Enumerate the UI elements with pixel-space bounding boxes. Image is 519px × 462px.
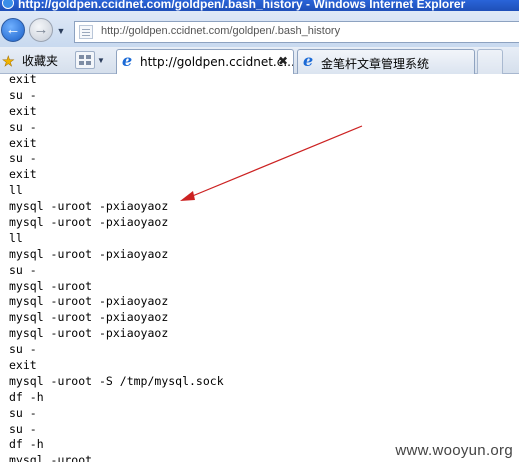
watermark: www.wooyun.org [393, 442, 515, 459]
close-icon[interactable]: ✖ [278, 54, 288, 68]
navigation-bar: ← → ▼ http://goldpen.ccidnet.com/goldpen… [0, 11, 519, 47]
favorites-button[interactable]: ★ 收藏夹 [2, 52, 58, 70]
window-titlebar: http://goldpen.ccidnet.com/goldpen/.bash… [0, 0, 519, 11]
page-icon [79, 25, 93, 39]
window-title: http://goldpen.ccidnet.com/goldpen/.bash… [18, 0, 466, 11]
page-content: exit su - exit su - exit su - exit ll mysql -uro… [0, 74, 519, 462]
tab-list-dropdown-icon[interactable]: ▼ [97, 56, 105, 65]
tab-article-system[interactable]: e 金笔杆文章管理系统 [297, 49, 475, 74]
back-arrow-icon: ← [5, 21, 21, 38]
ie-icon [2, 0, 14, 9]
star-icon: ★ [2, 53, 15, 70]
tab-title: http://goldpen.ccidnet.c... [140, 55, 294, 69]
address-url[interactable]: http://goldpen.ccidnet.com/goldpen/.bash… [101, 25, 340, 37]
ie-icon: e [122, 51, 133, 70]
address-bar[interactable]: http://goldpen.ccidnet.com/goldpen/.bash… [74, 21, 519, 43]
new-tab-button[interactable] [477, 49, 503, 74]
back-button[interactable]: ← [1, 18, 25, 42]
forward-button[interactable]: → [29, 18, 53, 42]
tab-bar: ★ 收藏夹 ▼ e http://goldpen.ccidnet.c... ✖ … [0, 47, 519, 74]
arrow-head [180, 191, 195, 201]
grid-icon [79, 55, 91, 65]
tab-title: 金笔杆文章管理系统 [321, 57, 430, 71]
quick-tabs-button[interactable] [75, 51, 95, 69]
arrow-shaft [189, 125, 363, 198]
recent-pages-dropdown-icon[interactable]: ▼ [56, 26, 66, 36]
tab-bash-history[interactable]: e http://goldpen.ccidnet.c... ✖ [116, 49, 294, 74]
ie-icon: e [303, 51, 314, 70]
favorites-label: 收藏夹 [22, 54, 59, 68]
forward-arrow-icon: → [33, 21, 49, 38]
annotation-arrow [180, 125, 363, 201]
